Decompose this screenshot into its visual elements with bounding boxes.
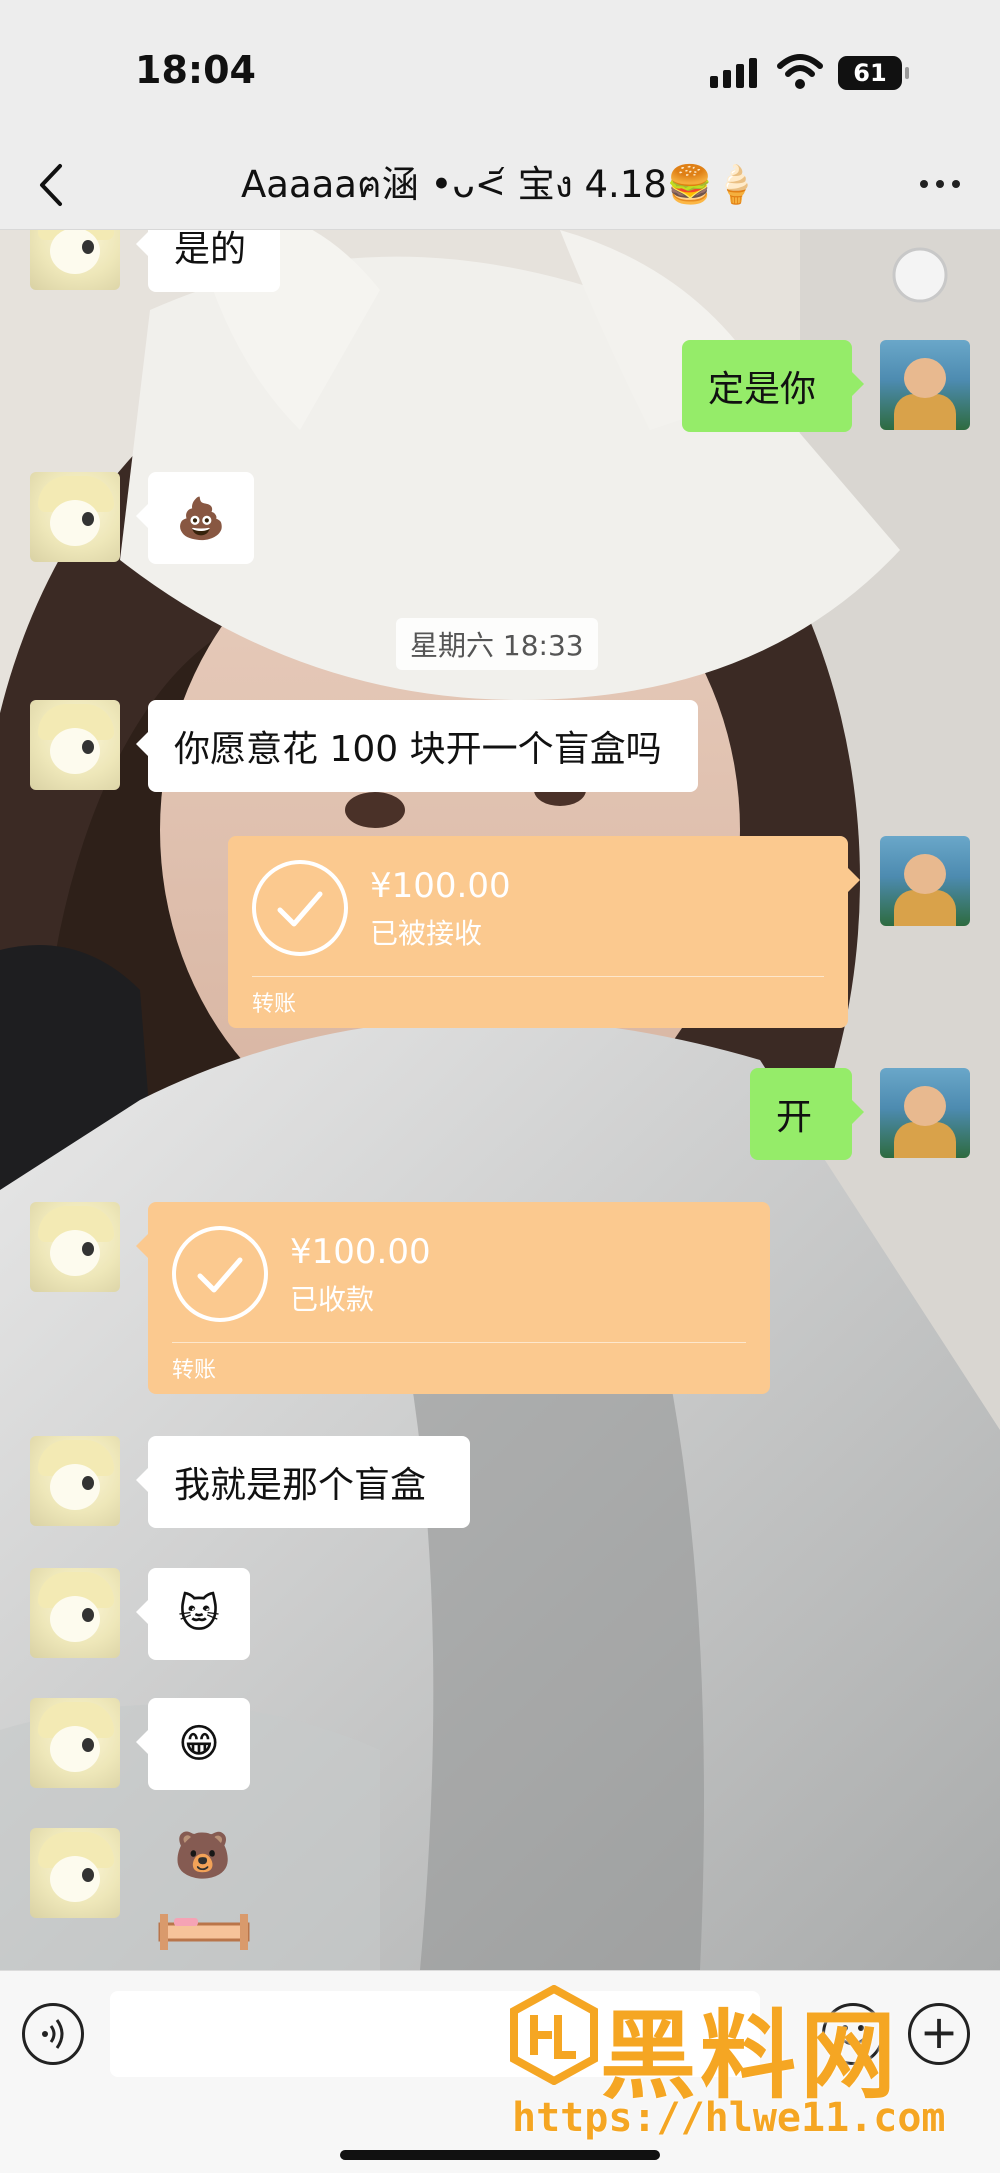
contact-avatar[interactable]: [30, 700, 120, 790]
message-bubble[interactable]: 定是你: [682, 340, 864, 432]
user-avatar[interactable]: [880, 340, 970, 430]
contact-avatar[interactable]: [30, 1568, 120, 1658]
message-bubble[interactable]: 你愿意花 100 块开一个盲盒吗: [136, 700, 698, 792]
chat-title: Aaaaaฅ涵 •ᴗ<᷄ 宝ง 4.18🍔🍦: [240, 163, 760, 206]
message-timestamp: 星期六 18:33: [396, 618, 598, 670]
chat-area[interactable]: 是的 定是你 💩 星期六 18:33 你愿意花 100 块开一个盲盒吗 ¥100…: [0, 230, 1000, 1970]
back-arrow-icon[interactable]: [30, 158, 70, 212]
more-options-icon[interactable]: [920, 180, 960, 188]
transfer-label: 转账: [172, 1358, 217, 1383]
cellular-signal-icon: [710, 58, 757, 88]
check-circle-icon: [172, 1226, 268, 1322]
voice-input-icon[interactable]: [22, 2003, 84, 2065]
transfer-card[interactable]: ¥100.00 已被接收 转账: [228, 836, 860, 1028]
home-indicator: [340, 2150, 660, 2160]
contact-avatar[interactable]: [30, 1436, 120, 1526]
transfer-label: 转账: [252, 992, 297, 1017]
message-bubble[interactable]: 开: [750, 1068, 864, 1160]
contact-avatar[interactable]: [30, 1698, 120, 1788]
status-time: 18:04: [135, 48, 256, 92]
transfer-amount: ¥100.00: [290, 1232, 431, 1272]
wifi-icon: [777, 54, 823, 89]
message-bubble[interactable]: 是的: [136, 230, 280, 292]
transfer-amount: ¥100.00: [370, 866, 511, 906]
bear-sticker: 🐻: [174, 1828, 232, 1882]
user-avatar[interactable]: [880, 836, 970, 926]
emoji-message[interactable]: 🐱: [136, 1568, 250, 1660]
battery-icon: 61: [838, 56, 909, 90]
emoji-message[interactable]: 😁: [136, 1698, 250, 1790]
transfer-divider: [252, 976, 824, 977]
contact-avatar[interactable]: [30, 1202, 120, 1292]
sticker-message[interactable]: 🐻: [150, 1828, 260, 1970]
chat-header: Aaaaaฅ涵 •ᴗ<᷄ 宝ง 4.18🍔🍦: [0, 140, 1000, 230]
check-circle-icon: [252, 860, 348, 956]
watermark-logo-icon: [510, 1985, 598, 2085]
status-bar: 18:04 61: [0, 0, 1000, 140]
transfer-status: 已收款: [290, 1283, 375, 1316]
user-avatar[interactable]: [880, 1068, 970, 1158]
transfer-divider: [172, 1342, 746, 1343]
bed-icon: [158, 1914, 250, 1950]
watermark-url: https://hlwe11.com: [512, 2095, 946, 2141]
transfer-status: 已被接收: [370, 917, 483, 950]
contact-avatar[interactable]: [30, 1828, 120, 1918]
message-bubble[interactable]: 我就是那个盲盒: [136, 1436, 470, 1528]
contact-avatar[interactable]: [30, 472, 120, 562]
emoji-message[interactable]: 💩: [136, 472, 254, 564]
contact-avatar[interactable]: [30, 230, 120, 290]
more-actions-icon[interactable]: +: [908, 2003, 970, 2065]
transfer-card[interactable]: ¥100.00 已收款 转账: [136, 1202, 770, 1394]
